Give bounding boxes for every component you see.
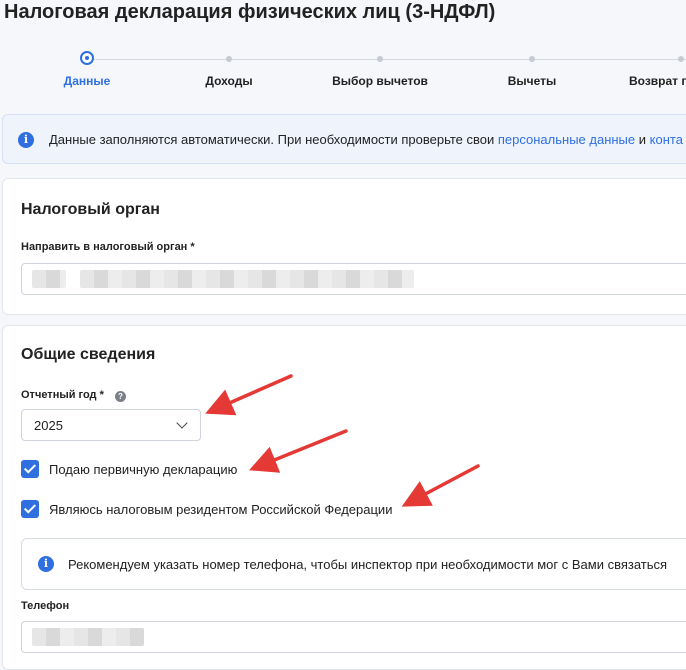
step-refund[interactable]: Возврат по — [629, 74, 686, 88]
tax-office-label: Направить в налоговый орган * — [21, 241, 195, 253]
page-title: Налоговая декларация физических лиц (3-Н… — [4, 1, 496, 23]
primary-declaration-label[interactable]: Подаю первичную декларацию — [49, 462, 237, 477]
year-label: Отчетный год * — [21, 389, 104, 401]
info-text-before: Данные заполняются автоматически. При не… — [49, 132, 498, 147]
step-deductions[interactable]: Вычеты — [508, 74, 557, 88]
redacted-value — [80, 270, 414, 288]
year-select[interactable]: 2025 — [21, 409, 201, 441]
tax-resident-checkbox[interactable] — [21, 500, 39, 518]
tax-office-select[interactable] — [21, 263, 686, 295]
step-dot[interactable] — [529, 56, 535, 62]
redacted-value — [32, 628, 144, 646]
stepper-line — [92, 59, 686, 60]
step-deduction-choice[interactable]: Выбор вычетов — [332, 74, 428, 88]
tax-office-title: Налоговый орган — [21, 201, 160, 218]
primary-declaration-checkbox[interactable] — [21, 460, 39, 478]
step-dot[interactable] — [377, 56, 383, 62]
step-data[interactable]: Данные — [64, 74, 111, 88]
redacted-value — [32, 270, 66, 288]
step-incomes[interactable]: Доходы — [205, 74, 252, 88]
tax-office-card: Налоговый орган Направить в налоговый ор… — [2, 178, 686, 315]
contacts-link[interactable]: конта — [650, 132, 683, 147]
info-text: Данные заполняются автоматически. При не… — [49, 132, 683, 147]
info-text-mid: и — [635, 132, 650, 147]
chevron-down-icon — [176, 417, 188, 429]
personal-data-link[interactable]: персональные данные — [498, 132, 635, 147]
step-dot[interactable] — [226, 56, 232, 62]
info-icon: i — [18, 132, 34, 148]
step-dot-active[interactable] — [80, 51, 94, 65]
year-value: 2025 — [34, 418, 63, 433]
phone-label: Телефон — [21, 600, 70, 612]
phone-recommendation-note: i Рекомендуем указать номер телефона, чт… — [21, 538, 686, 590]
question-icon[interactable]: ? — [115, 391, 126, 402]
step-dot[interactable] — [678, 56, 684, 62]
note-text: Рекомендуем указать номер телефона, чтоб… — [68, 557, 668, 572]
tax-resident-label[interactable]: Являюсь налоговым резидентом Российской … — [49, 502, 392, 517]
general-info-card: Общие сведения Отчетный год * ? 2025 Под… — [2, 325, 686, 670]
stepper: Данные Доходы Выбор вычетов Вычеты Возвр… — [0, 46, 686, 96]
phone-input[interactable] — [21, 621, 686, 653]
info-banner: i Данные заполняются автоматически. При … — [2, 114, 686, 164]
info-icon: i — [38, 556, 54, 572]
general-info-title: Общие сведения — [21, 346, 156, 363]
